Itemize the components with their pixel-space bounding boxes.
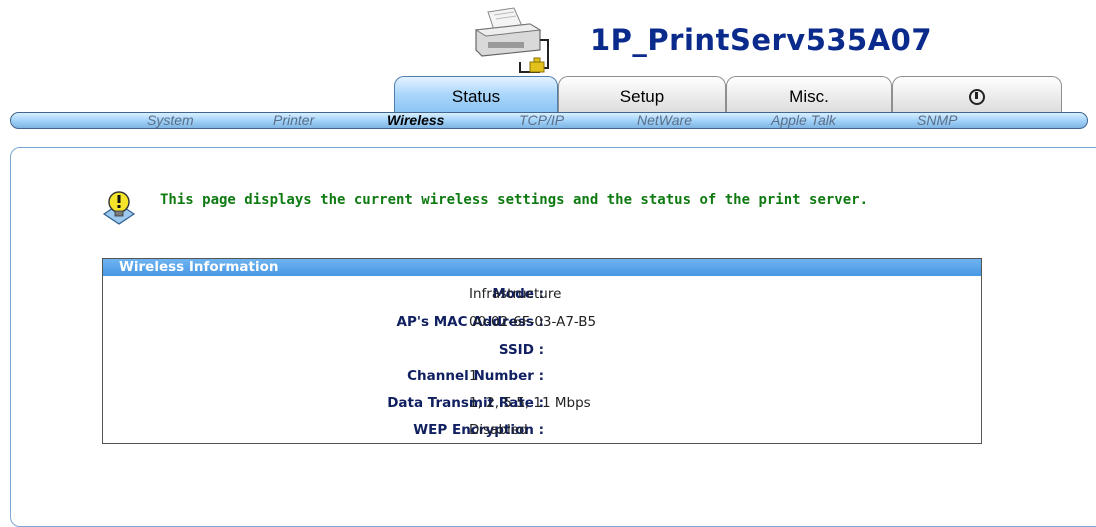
table-title: Wireless Information: [103, 259, 981, 276]
lightbulb-hint-icon: [102, 191, 136, 225]
wireless-info-table: Wireless Information Mode : Infrastructu…: [102, 258, 982, 444]
wep-value: Disabled: [469, 422, 528, 438]
tab-setup[interactable]: Setup: [558, 76, 726, 114]
subnav-item-system[interactable]: System: [147, 113, 194, 128]
channel-value: 1: [469, 368, 478, 384]
table-row: Data Transmit Rate : 1, 2, 5.5, 11 Mbps: [103, 392, 981, 414]
printer-server-icon: [474, 7, 549, 73]
tab-power[interactable]: [892, 76, 1062, 114]
table-row: SSID :: [103, 339, 981, 361]
subnav-item-tcpip[interactable]: TCP/IP: [519, 113, 564, 128]
subnav-item-netware[interactable]: NetWare: [637, 113, 692, 128]
tab-status[interactable]: Status: [394, 76, 558, 116]
table-row: Mode : Infrastructure: [103, 283, 981, 305]
device-name-title: 1P_PrintServ535A07: [590, 23, 933, 57]
header: 1P_PrintServ535A07: [0, 0, 1096, 80]
ap-mac-value: 00-02-6F-03-A7-B5: [469, 314, 597, 330]
subnav-item-snmp[interactable]: SNMP: [917, 113, 957, 128]
subnav-item-printer[interactable]: Printer: [273, 113, 314, 128]
tab-misc[interactable]: Misc.: [726, 76, 892, 114]
subnav-item-wireless[interactable]: Wireless: [387, 113, 444, 128]
power-icon: [969, 89, 985, 105]
hint-text: This page displays the current wireless …: [160, 192, 869, 208]
main-tabs: Status Setup Misc.: [394, 76, 1064, 116]
subnav-item-apple-talk[interactable]: Apple Talk: [771, 113, 836, 128]
subnav-bar: System Printer Wireless TCP/IP NetWare A…: [10, 112, 1088, 129]
ssid-label: SSID :: [498, 342, 544, 358]
table-row: WEP Encryption : Disabled: [103, 419, 981, 441]
table-row: AP's MAC Address : 00-02-6F-03-A7-B5: [103, 311, 981, 333]
rate-value: 1, 2, 5.5, 11 Mbps: [469, 395, 591, 411]
table-row: Channel Number : 1: [103, 365, 981, 387]
mode-value: Infrastructure: [469, 286, 562, 302]
